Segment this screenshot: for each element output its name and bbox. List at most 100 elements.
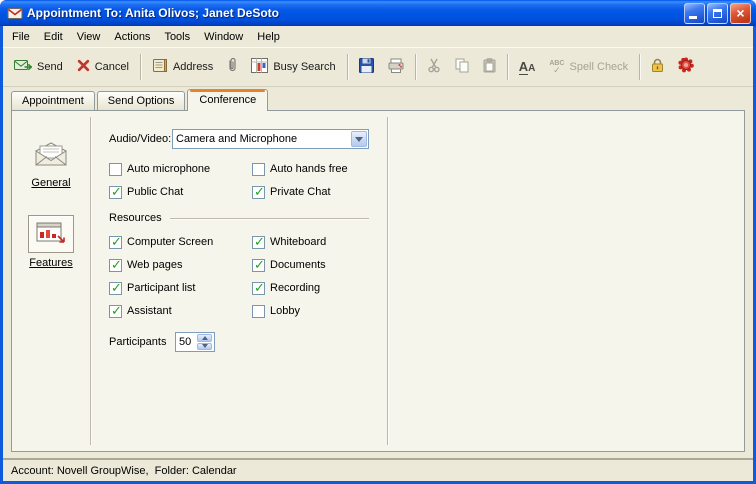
checkbox-box[interactable] bbox=[252, 304, 265, 318]
checkbox-label: Assistant bbox=[127, 305, 172, 317]
checkbox-label: Auto hands free bbox=[270, 163, 348, 175]
checkbox-label: Recording bbox=[270, 282, 321, 294]
menu-tools[interactable]: Tools bbox=[157, 28, 197, 46]
security-seal-icon bbox=[678, 57, 694, 76]
checkbox-box[interactable] bbox=[109, 234, 122, 250]
spell-check-button[interactable]: ABC ✓ Spell Check bbox=[542, 55, 635, 79]
features-panel-button[interactable]: Features bbox=[28, 215, 74, 269]
maximize-button[interactable] bbox=[707, 2, 728, 24]
checkbox-label: Participant list bbox=[127, 282, 196, 294]
option-checkboxes: Auto microphone Auto hands free Public C… bbox=[109, 162, 387, 200]
audio-video-select[interactable]: Camera and Microphone bbox=[172, 129, 369, 149]
resources-divider bbox=[169, 217, 369, 219]
checkbox-documents[interactable]: Documents bbox=[252, 257, 387, 273]
address-button[interactable]: Address bbox=[145, 53, 220, 81]
copy-button[interactable] bbox=[448, 53, 476, 81]
checkbox-label: Whiteboard bbox=[270, 236, 327, 248]
menubar: File Edit View Actions Tools Window Help bbox=[3, 26, 753, 47]
spell-check-label: Spell Check bbox=[569, 60, 629, 73]
general-icon bbox=[28, 135, 74, 173]
send-button[interactable]: Send bbox=[7, 53, 70, 80]
menu-actions[interactable]: Actions bbox=[107, 28, 157, 46]
save-icon bbox=[358, 57, 374, 76]
attach-button[interactable] bbox=[220, 52, 244, 81]
tab-send-options[interactable]: Send Options bbox=[96, 91, 186, 110]
menu-edit[interactable]: Edit bbox=[37, 28, 70, 46]
checkbox-auto-hands-free[interactable]: Auto hands free bbox=[252, 162, 387, 176]
checkbox-box[interactable] bbox=[109, 303, 122, 319]
checkbox-recording[interactable]: Recording bbox=[252, 280, 387, 296]
groupwise-icon bbox=[7, 5, 23, 21]
address-book-icon bbox=[152, 58, 168, 76]
checkbox-private-chat[interactable]: Private Chat bbox=[252, 184, 387, 200]
chevron-down-icon bbox=[201, 344, 208, 349]
security-seal-button[interactable] bbox=[671, 52, 701, 81]
lock-icon bbox=[651, 58, 664, 76]
close-button[interactable]: × bbox=[730, 2, 751, 24]
statusbar-text: Account: Novell GroupWise, Folder: Calen… bbox=[11, 464, 237, 477]
participants-label: Participants bbox=[109, 336, 167, 348]
checkbox-label: Auto microphone bbox=[127, 163, 211, 175]
appointment-window: Appointment To: Anita Olivos; Janet DeSo… bbox=[0, 0, 756, 484]
spin-up-button[interactable] bbox=[197, 334, 212, 342]
checkbox-auto-microphone[interactable]: Auto microphone bbox=[109, 162, 252, 176]
statusbar: Account: Novell GroupWise, Folder: Calen… bbox=[3, 460, 753, 481]
checkbox-box[interactable] bbox=[109, 162, 122, 176]
paperclip-icon bbox=[227, 57, 237, 76]
copy-icon bbox=[455, 58, 469, 76]
toolbar-separator bbox=[414, 53, 416, 80]
features-label: Features bbox=[29, 257, 73, 269]
menu-file[interactable]: File bbox=[5, 28, 37, 46]
busy-search-button[interactable]: Busy Search bbox=[244, 53, 342, 81]
tab-appointment[interactable]: Appointment bbox=[11, 91, 95, 110]
conference-panel: General Features Audio/Video: Camera and… bbox=[11, 110, 745, 452]
checkbox-whiteboard[interactable]: Whiteboard bbox=[252, 234, 387, 250]
spin-down-button[interactable] bbox=[197, 342, 212, 350]
toolbar-separator bbox=[506, 53, 508, 80]
toolbar-separator bbox=[139, 53, 141, 80]
checkbox-box[interactable] bbox=[252, 257, 265, 273]
checkbox-box[interactable] bbox=[252, 184, 265, 200]
menu-help[interactable]: Help bbox=[250, 28, 287, 46]
cancel-icon bbox=[77, 59, 90, 75]
checkbox-label: Computer Screen bbox=[127, 236, 214, 248]
menu-view[interactable]: View bbox=[70, 28, 108, 46]
minimize-button[interactable] bbox=[684, 2, 705, 24]
cancel-button[interactable]: Cancel bbox=[70, 54, 136, 80]
chevron-down-icon bbox=[355, 136, 363, 142]
titlebar: Appointment To: Anita Olivos; Janet DeSo… bbox=[0, 0, 756, 26]
dropdown-button[interactable] bbox=[351, 131, 367, 147]
checkbox-box[interactable] bbox=[109, 280, 122, 296]
conference-form: Audio/Video: Camera and Microphone Auto … bbox=[91, 111, 387, 451]
checkbox-assistant[interactable]: Assistant bbox=[109, 303, 252, 319]
participants-input[interactable] bbox=[176, 333, 196, 351]
participants-spinner bbox=[175, 332, 215, 352]
cut-button[interactable] bbox=[420, 53, 448, 81]
window-title: Appointment To: Anita Olivos; Janet DeSo… bbox=[27, 6, 279, 20]
minimize-icon bbox=[689, 15, 697, 19]
checkbox-lobby[interactable]: Lobby bbox=[252, 304, 387, 318]
conference-side-rail: General Features bbox=[12, 111, 90, 451]
checkbox-box[interactable] bbox=[109, 184, 122, 200]
print-button[interactable] bbox=[381, 53, 411, 81]
paste-button[interactable] bbox=[476, 53, 503, 81]
address-label: Address bbox=[172, 60, 214, 73]
lock-button[interactable] bbox=[644, 53, 671, 81]
general-panel-button[interactable]: General bbox=[28, 135, 74, 189]
checkbox-participant-list[interactable]: Participant list bbox=[109, 280, 252, 296]
checkbox-box[interactable] bbox=[252, 280, 265, 296]
font-icon: AA bbox=[518, 58, 536, 75]
checkbox-box[interactable] bbox=[109, 257, 122, 273]
save-button[interactable] bbox=[352, 53, 381, 81]
checkbox-computer-screen[interactable]: Computer Screen bbox=[109, 234, 252, 250]
toolbar-separator bbox=[346, 53, 348, 80]
tab-conference[interactable]: Conference bbox=[187, 89, 269, 111]
font-button[interactable]: AA bbox=[512, 55, 543, 79]
checkbox-public-chat[interactable]: Public Chat bbox=[109, 184, 252, 200]
checkbox-web-pages[interactable]: Web pages bbox=[109, 257, 252, 273]
checkbox-box[interactable] bbox=[252, 162, 265, 176]
checkbox-box[interactable] bbox=[252, 234, 265, 250]
menu-window[interactable]: Window bbox=[197, 28, 250, 46]
checkbox-label: Web pages bbox=[127, 259, 183, 271]
paste-icon bbox=[483, 57, 496, 76]
